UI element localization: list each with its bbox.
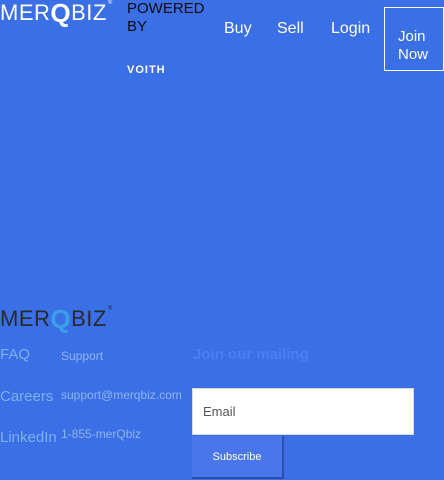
support-label: Support (61, 349, 104, 363)
nav-login-link[interactable]: Login (331, 20, 370, 38)
footer-careers-link[interactable]: Careers (0, 388, 53, 405)
support-email-link[interactable]: support@merqbiz.com (61, 388, 182, 402)
mailing-list-title: Join our mailing (193, 346, 309, 363)
voith-logo: VOITH (127, 64, 166, 76)
registered-mark: ® (107, 0, 113, 6)
footer-merqbiz-logo: MER Q BIZ ® (0, 303, 113, 334)
footer-registered-mark: ® (107, 306, 113, 312)
support-phone-link[interactable]: 1-855-merQbiz (61, 427, 141, 441)
join-now-button[interactable]: Join Now (384, 7, 444, 71)
logo-q-mark: Q (50, 0, 72, 28)
logo-text-biz: BIZ (71, 0, 107, 25)
powered-by-label: POWERED BY (127, 0, 205, 35)
merqbiz-logo[interactable]: MER Q BIZ ® (0, 0, 113, 28)
nav-buy-link[interactable]: Buy (224, 20, 252, 38)
footer-logo-text-mer: MER (0, 306, 51, 331)
footer-linkedin-link[interactable]: LinkedIn (0, 429, 57, 446)
newsletter-email-input[interactable] (192, 388, 414, 435)
footer-faq-link[interactable]: FAQ (0, 346, 30, 363)
footer-logo-text-biz: BIZ (71, 306, 107, 331)
logo-text-mer: MER (0, 0, 51, 25)
nav-sell-link[interactable]: Sell (277, 20, 304, 38)
footer-logo-q-mark: Q (50, 303, 72, 334)
subscribe-button[interactable]: Subscribe (192, 436, 284, 479)
